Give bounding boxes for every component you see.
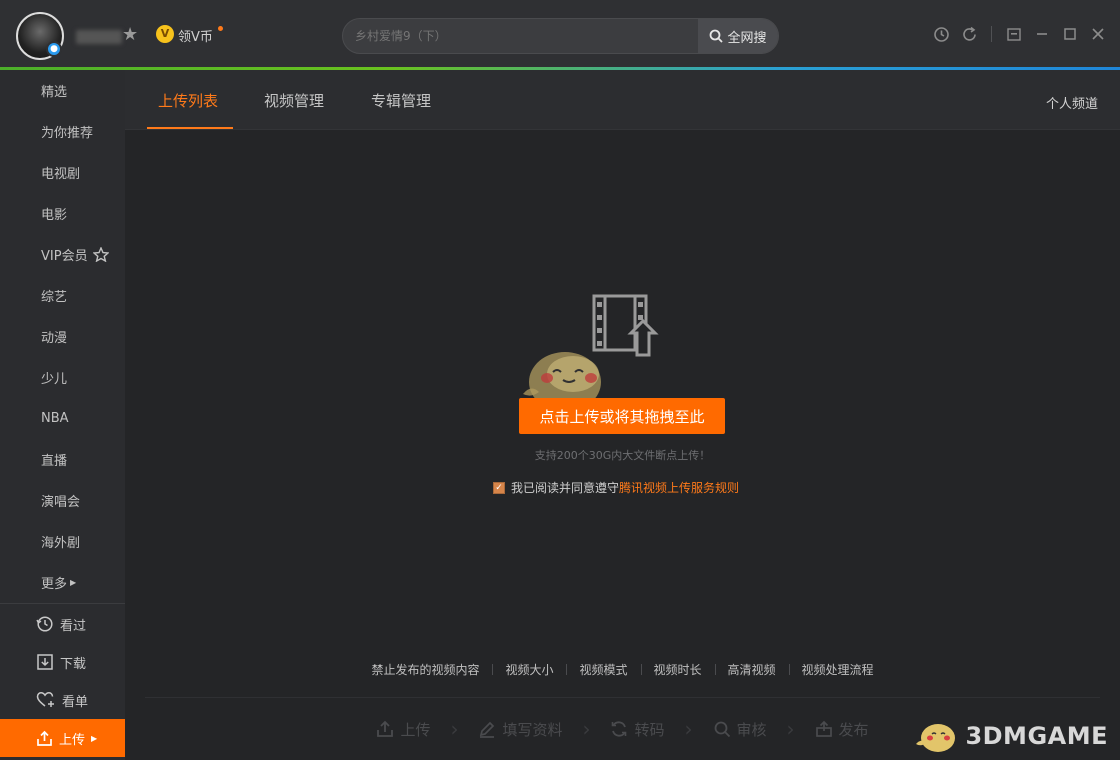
close-icon[interactable] — [1084, 24, 1112, 44]
sidebar-item-featured[interactable]: 精选 — [0, 70, 125, 111]
maximize-icon[interactable] — [1056, 24, 1084, 44]
sidebar-item-watched[interactable]: 看过 — [0, 605, 125, 643]
qq-badge-icon: ● — [46, 41, 62, 57]
sidebar-item-tv-series[interactable]: 电视剧 — [0, 152, 125, 193]
heart-plus-icon — [36, 692, 54, 707]
sidebar-item-movies[interactable]: 电影 — [0, 193, 125, 234]
toolbar-divider — [991, 26, 992, 42]
upload-icon — [377, 720, 394, 737]
active-tab-indicator — [147, 127, 233, 129]
search-input[interactable] — [355, 19, 685, 53]
help-link-video-mode[interactable]: 视频模式 — [566, 661, 640, 678]
watermark-text: 3DMGAME — [965, 722, 1108, 750]
step-arrow-icon: › — [684, 717, 693, 741]
sidebar-item-recommended[interactable]: 为你推荐 — [0, 111, 125, 152]
step-review: 审核 — [713, 719, 767, 740]
sidebar-item-upload[interactable]: 上传 ▶ — [0, 719, 125, 757]
history-icon[interactable] — [927, 24, 955, 44]
vcoin-link[interactable]: 领V币 — [178, 26, 213, 45]
minimize-icon[interactable] — [1028, 24, 1056, 44]
upload-panel: 点击上传或将其拖拽至此 支持200个30G内大文件断点上传！ ✓ 我已阅读并同意… — [125, 130, 1120, 760]
search-icon — [710, 29, 724, 43]
notification-dot — [218, 26, 223, 31]
service-rules-link[interactable]: 腾讯视频上传服务规则 — [619, 479, 739, 496]
review-search-icon — [714, 721, 730, 738]
upload-hint-text: 支持200个30G内大文件断点上传！ — [534, 449, 711, 462]
step-arrow-icon: › — [582, 717, 591, 741]
sidebar: 精选 为你推荐 电视剧 电影 VIP会员 综艺 动漫 少儿 NBA 直播 演唱会… — [0, 70, 125, 760]
step-upload: 上传 — [376, 719, 430, 740]
sidebar-item-vip[interactable]: VIP会员 — [0, 234, 125, 275]
tab-upload-list[interactable]: 上传列表 — [158, 90, 218, 111]
caret-right-icon: ▶ — [91, 733, 98, 743]
step-transcode: 转码 — [610, 719, 665, 740]
download-icon — [37, 654, 53, 670]
agreement-checkbox[interactable]: ✓ — [493, 481, 505, 494]
help-links: 禁止发布的视频内容 视频大小 视频模式 视频时长 高清视频 视频处理流程 — [125, 661, 1120, 678]
help-link-processing-flow[interactable]: 视频处理流程 — [788, 661, 887, 678]
step-arrow-icon: › — [786, 717, 795, 741]
refresh-icon[interactable] — [955, 24, 983, 44]
sidebar-divider — [0, 603, 125, 604]
tencent-video-client: ● ★ V 领V币 全网搜 — [0, 0, 1120, 760]
transcode-icon — [612, 721, 627, 737]
sidebar-item-nba[interactable]: NBA — [0, 398, 125, 439]
help-link-video-duration[interactable]: 视频时长 — [640, 661, 715, 678]
tab-video-management[interactable]: 视频管理 — [264, 90, 324, 111]
personal-channel-link[interactable]: 个人频道 — [1046, 93, 1098, 112]
mini-mode-icon[interactable] — [1000, 24, 1028, 44]
sidebar-item-kids[interactable]: 少儿 — [0, 357, 125, 398]
sidebar-item-watchlist[interactable]: 看单 — [0, 681, 125, 719]
help-link-video-size[interactable]: 视频大小 — [492, 661, 566, 678]
username-redacted — [76, 30, 122, 44]
sidebar-item-download[interactable]: 下载 — [0, 643, 125, 681]
window-controls — [927, 24, 1112, 44]
vip-star-icon[interactable]: ★ — [122, 24, 138, 45]
sidebar-item-more[interactable]: 更多 ▶ — [0, 562, 125, 603]
step-publish: 发布 — [815, 719, 869, 740]
sidebar-item-overseas[interactable]: 海外剧 — [0, 521, 125, 562]
help-link-prohibited-content[interactable]: 禁止发布的视频内容 — [358, 661, 492, 678]
help-link-hd-video[interactable]: 高清视频 — [714, 661, 789, 678]
upload-button[interactable]: 点击上传或将其拖拽至此 — [519, 398, 725, 434]
upload-icon — [37, 730, 52, 746]
sidebar-item-anime[interactable]: 动漫 — [0, 316, 125, 357]
tab-album-management[interactable]: 专辑管理 — [371, 90, 431, 111]
pencil-icon — [480, 721, 495, 738]
sidebar-item-concert[interactable]: 演唱会 — [0, 480, 125, 521]
step-fill-info: 填写资料 — [478, 719, 562, 740]
title-bar: ● ★ V 领V币 全网搜 — [0, 0, 1120, 67]
sidebar-item-live[interactable]: 直播 — [0, 439, 125, 480]
search-button[interactable]: 全网搜 — [698, 19, 778, 53]
agreement-row: ✓ 我已阅读并同意遵守 腾讯视频上传服务规则 — [493, 479, 739, 496]
vcoin-icon: V — [156, 25, 174, 43]
agreement-text: 我已阅读并同意遵守 — [511, 481, 620, 495]
site-watermark: 3DMGAME — [913, 716, 1108, 756]
history-icon — [36, 616, 53, 632]
tab-bar: 上传列表 视频管理 专辑管理 个人频道 — [125, 70, 1120, 130]
caret-right-icon: ▶ — [70, 578, 77, 587]
search-button-label: 全网搜 — [727, 30, 767, 46]
watermark-bird-icon — [916, 724, 956, 752]
steps-divider — [145, 697, 1100, 698]
sidebar-item-variety[interactable]: 综艺 — [0, 275, 125, 316]
step-arrow-icon: › — [450, 717, 459, 741]
search-box: 全网搜 — [342, 18, 779, 54]
publish-icon — [815, 720, 832, 737]
vip-crown-star-icon — [92, 247, 109, 262]
